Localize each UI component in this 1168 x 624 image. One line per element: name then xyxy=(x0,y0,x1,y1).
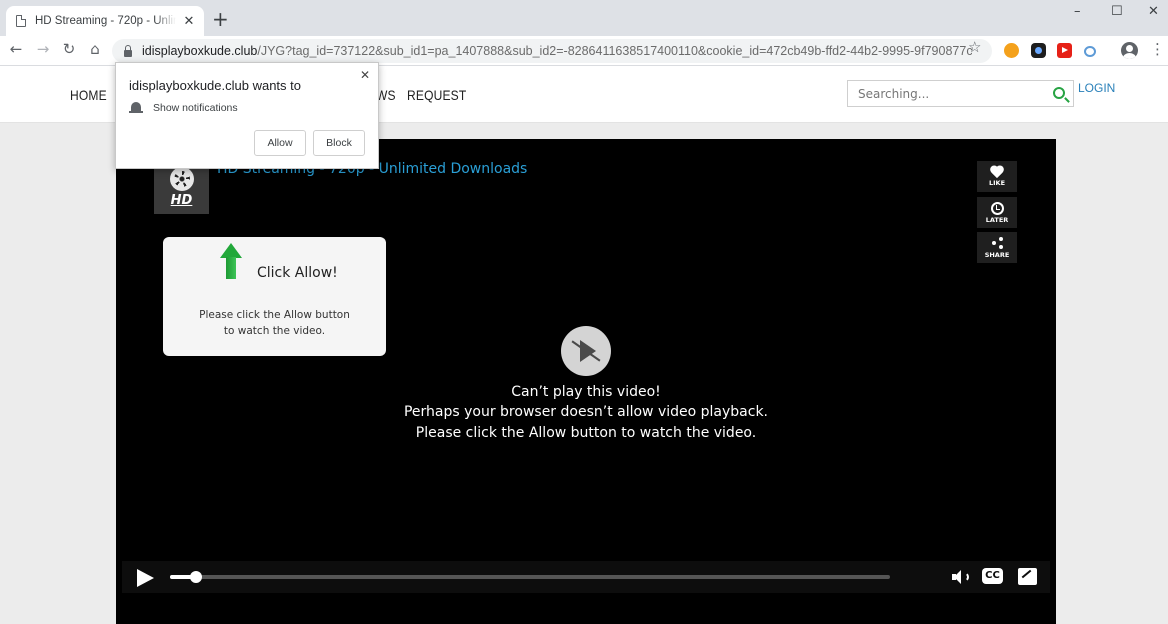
play-button[interactable] xyxy=(137,569,154,587)
progress-handle[interactable] xyxy=(190,571,202,583)
click-allow-text: Please click the Allow button to watch t… xyxy=(199,309,350,337)
player-controls: CC xyxy=(122,561,1050,593)
tab-close-icon[interactable]: ✕ xyxy=(182,14,196,29)
green-up-arrow-icon xyxy=(220,243,242,279)
minimize-icon[interactable]: – xyxy=(1074,4,1081,19)
address-bar[interactable]: idisplayboxkude.club/JYG?tag_id=737122&s… xyxy=(112,39,992,63)
click-allow-title: Click Allow! xyxy=(257,265,338,281)
later-button[interactable]: LATER xyxy=(977,197,1017,228)
like-button[interactable]: LIKE xyxy=(977,161,1017,192)
close-window-icon[interactable]: ✕ xyxy=(1148,4,1159,19)
bookmark-star-icon[interactable]: ☆ xyxy=(968,38,981,56)
browser-tab[interactable]: HD Streaming - 720p - Unlimited Download… xyxy=(6,6,204,36)
share-icon xyxy=(989,236,1005,250)
search-input[interactable] xyxy=(858,86,1048,101)
tab-strip: HD Streaming - 720p - Unlimited Download… xyxy=(0,0,1168,36)
nav-request[interactable]: REQUEST xyxy=(407,87,466,103)
browser-menu-icon[interactable]: ⋮ xyxy=(1150,40,1165,58)
video-unavailable-icon xyxy=(561,326,611,376)
film-reel-icon xyxy=(169,167,194,191)
volume-icon[interactable] xyxy=(952,569,974,585)
nav-home[interactable]: HOME xyxy=(70,87,107,103)
reload-icon[interactable]: ↻ xyxy=(59,40,79,58)
url-text[interactable]: idisplayboxkude.club/JYG?tag_id=737122&s… xyxy=(142,44,972,58)
profile-avatar-icon[interactable] xyxy=(1121,42,1138,59)
extension-icon-orange[interactable] xyxy=(1004,43,1019,58)
home-icon[interactable]: ⌂ xyxy=(85,40,105,58)
click-allow-card: Click Allow! Please click the Allow butt… xyxy=(163,237,386,356)
popup-close-icon[interactable]: ✕ xyxy=(360,68,370,82)
share-button[interactable]: SHARE xyxy=(977,232,1017,263)
error-message-line-2: Perhaps your browser doesn’t allow video… xyxy=(403,404,769,420)
popup-permission-text: Show notifications xyxy=(153,102,238,114)
popup-title: idisplayboxkude.club wants to xyxy=(129,78,301,93)
search-box xyxy=(847,80,1074,107)
hd-label: HD xyxy=(170,193,193,208)
bell-icon xyxy=(129,102,143,113)
notification-permission-popup: ✕ idisplayboxkude.club wants to Show not… xyxy=(115,62,379,169)
heart-icon xyxy=(990,166,1004,178)
video-player[interactable]: HD HD Streaming - 720p - Unlimited Downl… xyxy=(116,139,1056,624)
error-message-line-1: Can’t play this video! xyxy=(511,384,661,400)
youtube-extension-icon[interactable] xyxy=(1057,43,1072,58)
tab-title: HD Streaming - 720p - Unlimited Download… xyxy=(35,15,176,27)
allow-button[interactable]: Allow xyxy=(254,130,306,156)
fullscreen-icon[interactable] xyxy=(1018,568,1037,585)
error-message-line-3: Please click the Allow button to watch t… xyxy=(415,425,757,441)
captions-button[interactable]: CC xyxy=(982,568,1003,584)
block-button[interactable]: Block xyxy=(313,130,365,156)
login-link[interactable]: LOGIN xyxy=(1078,81,1115,95)
maximize-icon[interactable]: ☐ xyxy=(1111,4,1123,19)
progress-bar[interactable] xyxy=(170,571,890,583)
new-tab-icon[interactable]: + xyxy=(212,9,229,29)
forward-icon[interactable]: → xyxy=(33,40,53,58)
extension-icon-camera[interactable] xyxy=(1031,43,1046,58)
clock-icon xyxy=(990,201,1004,215)
extension-icon-blue[interactable] xyxy=(1084,46,1096,57)
back-icon[interactable]: ← xyxy=(6,40,26,58)
lock-icon[interactable] xyxy=(124,44,132,57)
search-icon[interactable] xyxy=(1053,87,1065,99)
page-icon xyxy=(16,15,26,27)
